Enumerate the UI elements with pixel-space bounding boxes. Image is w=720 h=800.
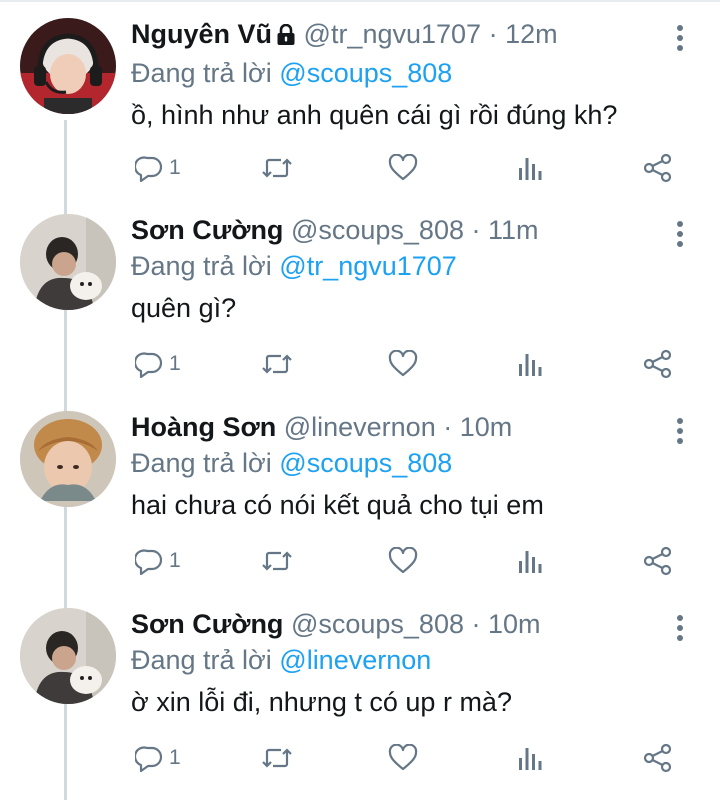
share-button[interactable] [643, 150, 673, 186]
share-button[interactable] [643, 543, 673, 579]
retweet-button[interactable] [261, 150, 293, 186]
avatar[interactable] [20, 18, 116, 114]
action-bar: 1 [131, 346, 691, 382]
analytics-button[interactable] [517, 543, 543, 579]
action-bar: 1 [131, 543, 691, 579]
analytics-icon [517, 744, 543, 772]
analytics-button[interactable] [517, 346, 543, 382]
retweet-icon [261, 547, 293, 575]
more-vertical-icon[interactable] [672, 612, 688, 644]
replying-to-label: Đang trả lời [131, 251, 272, 281]
analytics-icon [517, 350, 543, 378]
retweet-button[interactable] [261, 346, 293, 382]
reply-count: 1 [169, 549, 181, 572]
reply-icon [135, 547, 163, 575]
share-icon [643, 743, 673, 773]
user-handle[interactable]: @tr_ngvu1707 [304, 19, 482, 49]
display-name[interactable]: Nguyên Vũ [131, 19, 272, 49]
reply-icon [135, 154, 163, 182]
reply-button[interactable]: 1 [135, 740, 181, 776]
replying-to-label: Đang trả lời [131, 448, 272, 478]
reply-mention-link[interactable]: @scoups_808 [279, 448, 452, 478]
timestamp[interactable]: 11m [488, 215, 539, 245]
retweet-button[interactable] [261, 740, 293, 776]
action-bar: 1 [131, 150, 691, 186]
reply-context: Đang trả lời @scoups_808 [131, 445, 651, 481]
like-button[interactable] [388, 150, 418, 186]
separator-dot: · [463, 609, 488, 639]
tweet-text: ồ, hình như anh quên cái gì rồi đúng kh? [131, 100, 618, 130]
like-button[interactable] [388, 740, 418, 776]
analytics-button[interactable] [517, 740, 543, 776]
analytics-icon [517, 154, 543, 182]
user-handle[interactable]: @scoups_808 [291, 609, 464, 639]
separator-dot: · [435, 412, 460, 442]
retweet-icon [261, 744, 293, 772]
reply-count: 1 [169, 352, 181, 375]
tweet[interactable]: Hoàng Sơn @linevernon · 10m Đang trả lời… [0, 393, 720, 589]
replying-to-label: Đang trả lời [131, 645, 272, 675]
display-name[interactable]: Hoàng Sơn [131, 412, 276, 442]
separator-dot: · [463, 215, 488, 245]
replying-to-label: Đang trả lời [131, 58, 272, 88]
heart-icon [388, 547, 418, 575]
like-button[interactable] [388, 346, 418, 382]
display-name[interactable]: Sơn Cường [131, 215, 283, 245]
retweet-icon [261, 154, 293, 182]
timestamp[interactable]: 10m [460, 412, 513, 442]
more-vertical-icon[interactable] [672, 218, 688, 250]
timestamp[interactable]: 10m [488, 609, 541, 639]
timestamp[interactable]: 12m [505, 19, 558, 49]
avatar[interactable] [20, 411, 116, 507]
avatar[interactable] [20, 608, 116, 704]
tweet[interactable]: Nguyên Vũ @tr_ngvu1707 · 12m Đang trả lờ… [0, 0, 720, 196]
heart-icon [388, 744, 418, 772]
share-button[interactable] [643, 740, 673, 776]
reply-context: Đang trả lời @linevernon [131, 642, 651, 678]
reply-icon [135, 744, 163, 772]
more-vertical-icon[interactable] [672, 22, 688, 54]
retweet-button[interactable] [261, 543, 293, 579]
user-handle[interactable]: @scoups_808 [291, 215, 464, 245]
reply-button[interactable]: 1 [135, 543, 181, 579]
lock-icon [276, 19, 296, 55]
separator-dot: · [481, 19, 506, 49]
tweet[interactable]: Sơn Cường @scoups_808 · 11m Đang trả lời… [0, 196, 720, 392]
tweet-text: hai chưa có nói kết quả cho tụi em [131, 490, 544, 520]
display-name[interactable]: Sơn Cường [131, 609, 283, 639]
reply-button[interactable]: 1 [135, 346, 181, 382]
user-handle[interactable]: @linevernon [284, 412, 436, 442]
reply-context: Đang trả lời @scoups_808 [131, 55, 651, 91]
reply-button[interactable]: 1 [135, 150, 181, 186]
tweet-text: quên gì? [131, 293, 237, 323]
reply-mention-link[interactable]: @linevernon [279, 645, 431, 675]
like-button[interactable] [388, 543, 418, 579]
share-icon [643, 546, 673, 576]
reply-icon [135, 350, 163, 378]
retweet-icon [261, 350, 293, 378]
reply-context: Đang trả lời @tr_ngvu1707 [131, 248, 651, 284]
reply-mention-link[interactable]: @tr_ngvu1707 [279, 251, 457, 281]
heart-icon [388, 350, 418, 378]
more-vertical-icon[interactable] [672, 415, 688, 447]
action-bar: 1 [131, 740, 691, 776]
reply-count: 1 [169, 746, 181, 769]
heart-icon [388, 154, 418, 182]
reply-mention-link[interactable]: @scoups_808 [279, 58, 452, 88]
analytics-icon [517, 547, 543, 575]
share-icon [643, 153, 673, 183]
analytics-button[interactable] [517, 150, 543, 186]
share-button[interactable] [643, 346, 673, 382]
reply-count: 1 [169, 156, 181, 179]
tweet[interactable]: Sơn Cường @scoups_808 · 10m Đang trả lời… [0, 590, 720, 786]
tweet-text: ờ xin lỗi đi, nhưng t có up r mà? [131, 687, 512, 717]
share-icon [643, 349, 673, 379]
avatar[interactable] [20, 214, 116, 310]
